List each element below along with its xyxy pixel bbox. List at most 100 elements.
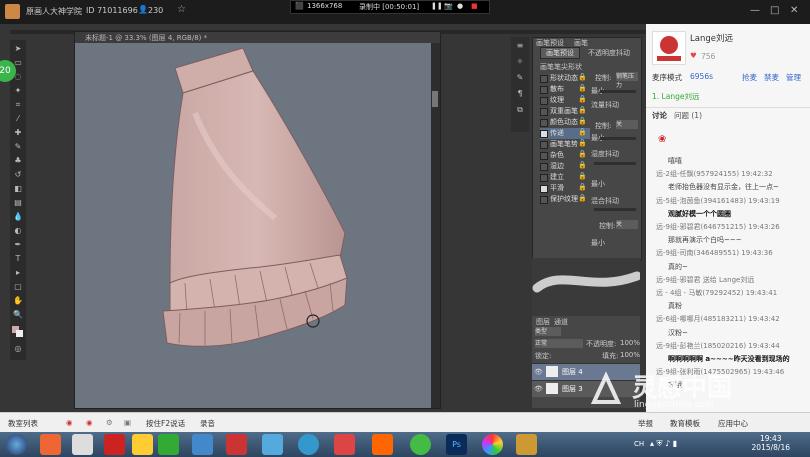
brush-tool-icon[interactable]: ✎ (13, 142, 23, 152)
healing-icon[interactable]: ✚ (13, 128, 23, 138)
brush-option-row[interactable]: 纹理 🔒 (540, 95, 590, 106)
shape-tool-icon[interactable]: ▢ (13, 282, 23, 292)
report-button[interactable]: 举报 (638, 418, 653, 429)
control-select-3[interactable]: 关 (616, 220, 638, 229)
tab-channels[interactable]: 通道 (554, 317, 568, 327)
brush-option-row[interactable]: 保护纹理 🔒 (540, 194, 590, 205)
taskbar-app-icon[interactable] (372, 434, 393, 455)
camera-icon[interactable]: 📷 (444, 2, 453, 10)
speaker-entry[interactable]: 1. Lange刘远 (652, 91, 699, 102)
magic-wand-icon[interactable]: ✦ (13, 86, 23, 96)
taskbar-app-icon[interactable] (516, 434, 537, 455)
layer-kind-filter[interactable]: 类型 (535, 327, 561, 336)
stop-icon[interactable]: ■ (471, 2, 478, 10)
doc-scrollbar[interactable] (431, 43, 440, 408)
crop-tool-icon[interactable]: ⌗ (13, 100, 23, 110)
record-button[interactable]: 录音 (200, 418, 215, 429)
brush-option-row-selected[interactable]: 传递 🔒 (540, 128, 590, 139)
brush-tip-shape-label[interactable]: 画笔笔尖形状 (540, 62, 582, 72)
stamp-tool-icon[interactable]: ♣ (13, 156, 23, 166)
taskbar-app-icon[interactable] (410, 434, 431, 455)
brush-option-row[interactable]: 建立 🔒 (540, 172, 590, 183)
clock[interactable]: 19:43 2015/8/16 (752, 434, 790, 452)
pen-tool-icon[interactable]: ✒ (13, 240, 23, 250)
brush-option-row[interactable]: 平滑 🔒 (540, 183, 590, 194)
gradient-icon[interactable]: ▤ (13, 198, 23, 208)
camera-icon[interactable]: ▣ (124, 418, 131, 427)
hand-tool-icon[interactable]: ✋ (13, 296, 23, 306)
taskbar-app-icon[interactable] (132, 434, 153, 455)
eye-icon[interactable]: 👁 (534, 385, 543, 393)
mic-status-icon[interactable]: ◉ (66, 418, 73, 427)
brush-option-row[interactable]: 画笔笔势 🔒 (540, 139, 590, 150)
opacity-value[interactable]: 100% (620, 339, 640, 347)
eye-icon[interactable]: 👁 (534, 368, 543, 376)
maximize-icon[interactable]: □ (770, 5, 779, 16)
control-select[interactable]: 钢笔压力 (616, 72, 638, 89)
tray-icons[interactable]: ▴ ⛨ ♪ ▮ (650, 439, 677, 449)
minimize-icon[interactable]: — (750, 5, 760, 16)
eraser-icon[interactable]: ◧ (13, 184, 23, 194)
brush-option-row[interactable]: 湿边 🔒 (540, 161, 590, 172)
brush-preset-icon[interactable]: ✎ (515, 73, 525, 83)
push-to-talk-button[interactable]: 按住F2说话 (146, 418, 185, 429)
start-button[interactable] (6, 434, 27, 455)
grab-mic-button[interactable]: 抢麦 (742, 72, 757, 83)
brush-option-row[interactable]: 散布 🔒 (540, 84, 590, 95)
brush-option-row[interactable]: 形状动态 🔒 (540, 73, 590, 84)
brush-option-row[interactable]: 杂色 🔒 (540, 150, 590, 161)
blur-icon[interactable]: 💧 (13, 212, 23, 222)
eyedropper-icon[interactable]: ⁄ (13, 114, 23, 124)
speaker-icon[interactable]: ◉ (86, 418, 93, 427)
tab-discussion[interactable]: 讨论 (652, 110, 667, 121)
taskbar-app-icon[interactable] (40, 434, 61, 455)
taskbar-app-icon[interactable] (262, 434, 283, 455)
template-button[interactable]: 教育模板 (670, 418, 700, 429)
heart-icon[interactable]: ♥ (690, 51, 697, 60)
classroom-list-button[interactable]: 教室列表 (8, 418, 38, 429)
quick-mask-icon[interactable]: ◎ (13, 344, 23, 354)
ban-mic-button[interactable]: 禁麦 (764, 72, 779, 83)
history-brush-icon[interactable]: ↺ (13, 170, 23, 180)
clone-source-icon[interactable]: ⧉ (515, 105, 525, 115)
min-slider[interactable] (600, 90, 636, 93)
dodge-icon[interactable]: ◐ (13, 226, 23, 236)
type-tool-icon[interactable]: T (13, 254, 23, 264)
close-icon[interactable]: ✕ (790, 5, 798, 16)
min-slider-2[interactable] (600, 137, 636, 140)
favorite-icon[interactable]: ☆ (177, 4, 186, 15)
background-color[interactable] (16, 330, 23, 337)
taskbar-app-icon[interactable] (482, 434, 503, 455)
brush-preset-button[interactable]: 画笔预设 (540, 47, 580, 59)
taskbar-app-icon[interactable] (226, 434, 247, 455)
scroll-thumb[interactable] (432, 91, 438, 107)
paragraph-icon[interactable]: ¶ (515, 89, 525, 99)
history-icon[interactable]: ≡ (515, 41, 525, 51)
control-select-2[interactable]: 关 (616, 120, 638, 129)
properties-icon[interactable]: ✧ (515, 57, 525, 67)
taskbar-app-icon[interactable] (72, 434, 93, 455)
zoom-tool-icon[interactable]: 🔍 (13, 310, 23, 320)
taskbar-app-icon[interactable] (334, 434, 355, 455)
document-tab[interactable]: 未标题-1 @ 33.3% (图层 4, RGB/8) * (75, 32, 440, 43)
wetness-slider[interactable] (594, 162, 636, 165)
brush-option-row[interactable]: 双重画笔 🔒 (540, 106, 590, 117)
path-select-icon[interactable]: ▸ (13, 268, 23, 278)
taskbar-app-icon[interactable] (158, 434, 179, 455)
language-indicator[interactable]: CH (634, 440, 644, 448)
fill-value[interactable]: 100% (620, 351, 640, 359)
mic-icon[interactable]: ● (457, 2, 463, 10)
move-tool-icon[interactable]: ➤ (13, 44, 23, 54)
brush-option-row[interactable]: 颜色动态 🔒 (540, 117, 590, 128)
settings-icon[interactable]: ⚙ (106, 418, 113, 427)
photoshop-taskbar-icon[interactable]: Ps (446, 434, 467, 455)
manage-button[interactable]: 管理 (786, 72, 801, 83)
taskbar-app-icon[interactable] (104, 434, 125, 455)
mix-slider[interactable] (594, 208, 636, 211)
tab-questions[interactable]: 问题 (1) (674, 110, 702, 121)
taskbar-app-icon[interactable] (298, 434, 319, 455)
taskbar-app-icon[interactable] (192, 434, 213, 455)
tab-layers[interactable]: 图层 (536, 317, 550, 327)
pause-icon[interactable]: ❚❚ (431, 2, 443, 10)
blend-mode-select[interactable]: 正常 (535, 339, 583, 348)
